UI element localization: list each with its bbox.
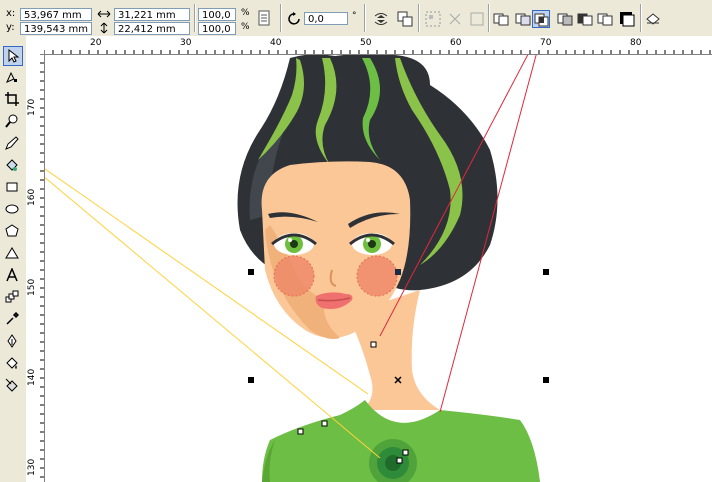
separator (488, 4, 490, 32)
polygon-icon (5, 224, 19, 237)
ruler-tick-label: 20 (90, 38, 102, 48)
arrow-icon (8, 49, 20, 63)
ruler-tick-label: 130 (27, 458, 37, 476)
eyedropper-icon (6, 312, 19, 325)
ungroup-all-icon[interactable] (468, 10, 486, 28)
freehand-tool[interactable] (3, 134, 23, 154)
scale-y-field[interactable]: 100,0 (198, 22, 236, 35)
ruler-tick-label: 50 (360, 38, 372, 48)
fill-tool[interactable] (3, 354, 23, 374)
mirror-button[interactable] (372, 10, 390, 28)
x-position-field[interactable]: 53,967 mm (20, 8, 92, 21)
ellipse-icon (5, 204, 19, 214)
selection-handle (248, 269, 254, 275)
ruler-tick-label: 40 (270, 38, 282, 48)
interactive-fill-icon (5, 378, 18, 392)
width-icon (96, 7, 112, 21)
degree-label: ° (352, 11, 357, 21)
basic-shapes-icon (5, 247, 19, 259)
x-label: x: (6, 8, 16, 19)
node-marker (297, 428, 304, 435)
percent-y-label: % (241, 22, 250, 32)
intersect-icon[interactable] (532, 10, 550, 28)
outline-pen-icon (7, 334, 17, 348)
rectangle-icon (6, 182, 18, 192)
ruler-tick-label: 170 (27, 98, 37, 116)
outline-tool[interactable] (3, 332, 23, 352)
weld-icon[interactable] (492, 10, 510, 28)
separator (364, 4, 366, 32)
ungroup-icon[interactable] (446, 10, 464, 28)
pick-tool[interactable] (3, 46, 23, 66)
y-label: y: (6, 22, 15, 33)
smart-fill-icon (6, 159, 18, 171)
selection-handle (543, 377, 549, 383)
ruler-tick-label: 30 (180, 38, 192, 48)
lock-ratio-icon[interactable] (256, 9, 274, 27)
property-bar: x: 53,967 mm y: 139,543 mm 31,221 mm 22,… (0, 0, 712, 37)
crop-tool[interactable] (3, 90, 23, 110)
eyedropper-tool[interactable] (3, 310, 23, 330)
rectangle-tool[interactable] (3, 178, 23, 198)
basic-shapes-tool[interactable] (3, 244, 23, 264)
create-boundary-icon[interactable] (644, 10, 662, 28)
separator (418, 4, 420, 32)
convert-button[interactable] (396, 10, 414, 28)
separator (194, 4, 196, 32)
ruler-tick-label: 70 (540, 38, 552, 48)
y-position-field[interactable]: 139,543 mm (20, 22, 92, 35)
text-icon (6, 268, 18, 282)
ruler-tick-label: 160 (27, 188, 37, 206)
text-tool[interactable] (3, 266, 23, 286)
height-icon (96, 21, 112, 35)
separator (640, 4, 642, 32)
interactive-blend-tool[interactable] (3, 288, 23, 308)
interactive-fill-tool[interactable] (3, 376, 23, 396)
node-marker (402, 449, 409, 456)
group-icon[interactable] (424, 10, 442, 28)
smart-fill-tool[interactable] (3, 156, 23, 176)
selection-handle (248, 377, 254, 383)
ruler-tick-label: 150 (27, 278, 37, 296)
percent-x-label: % (241, 8, 250, 18)
ruler-tick-label: 60 (450, 38, 462, 48)
front-minus-back-icon[interactable] (576, 10, 594, 28)
height-field[interactable]: 22,412 mm (114, 22, 190, 35)
blend-icon (5, 290, 19, 303)
toolbox (0, 36, 27, 482)
ruler-corner[interactable] (26, 36, 45, 55)
shape-tool[interactable] (3, 68, 23, 88)
separator (280, 4, 282, 32)
magnifier-icon (5, 114, 18, 128)
ellipse-tool[interactable] (3, 200, 23, 220)
back-minus-front-icon[interactable] (596, 10, 614, 28)
polygon-tool[interactable] (3, 222, 23, 242)
rotate-icon (286, 10, 304, 28)
left-eye-shine (288, 238, 292, 242)
node-marker (370, 341, 377, 348)
node-marker (396, 457, 403, 464)
ruler-tick-label: 140 (27, 368, 37, 386)
drawing-canvas[interactable] (45, 55, 712, 482)
fill-bucket-icon (6, 357, 18, 369)
scale-x-field[interactable]: 100,0 (198, 8, 236, 21)
right-eye-shine (366, 238, 370, 242)
shape-edit-icon (6, 71, 17, 83)
node-marker (321, 420, 328, 427)
crop-icon (5, 92, 19, 106)
vertical-ruler[interactable]: 170 160 150 140 130 (26, 54, 45, 482)
zoom-tool[interactable] (3, 112, 23, 132)
width-field[interactable]: 31,221 mm (114, 8, 190, 21)
horizontal-ruler[interactable]: 20 30 40 50 60 70 80 (44, 36, 712, 55)
rotation-field[interactable]: 0,0 (304, 12, 348, 25)
simplify-icon[interactable] (556, 10, 574, 28)
trim-icon[interactable] (514, 10, 532, 28)
selection-handle (395, 269, 401, 275)
selection-handle (543, 269, 549, 275)
pen-icon (5, 136, 19, 150)
boundary-icon[interactable] (618, 10, 636, 28)
ruler-tick-label: 80 (630, 38, 642, 48)
